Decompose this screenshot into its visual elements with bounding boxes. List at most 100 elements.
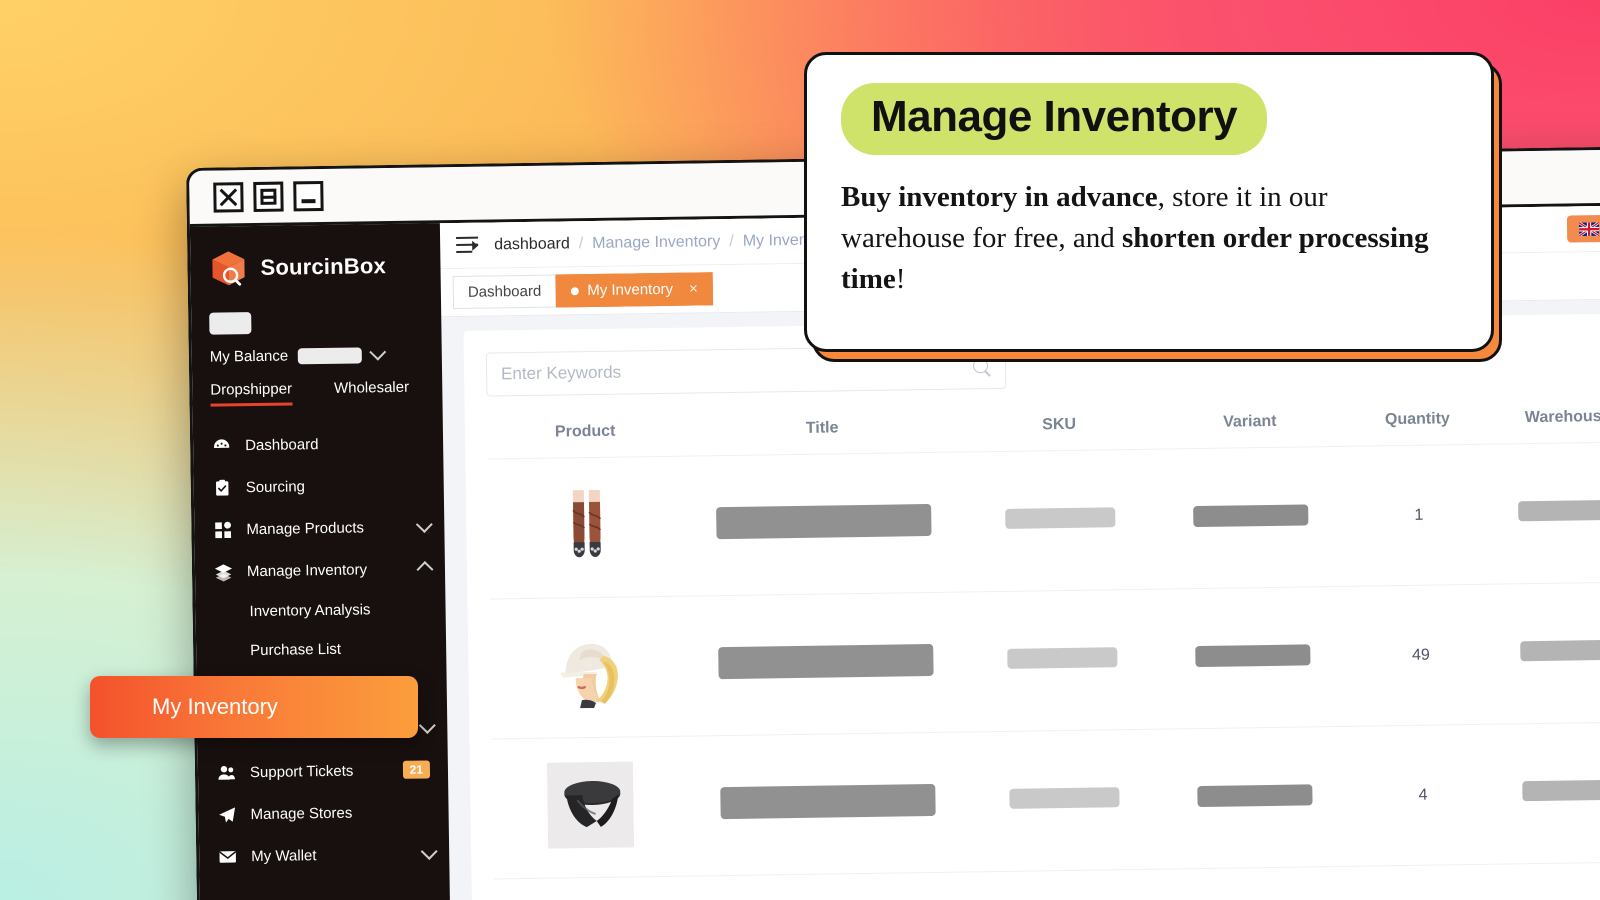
close-icon[interactable] — [213, 181, 244, 213]
column-header-warehouse: Warehouse — [1492, 397, 1600, 445]
product-cell — [493, 876, 693, 900]
quantity-cell: 49 — [1344, 584, 1498, 727]
inventory-card: Product Title SKU Variant Quantity Wareh… — [463, 313, 1600, 900]
sidebar-item-label: Manage Inventory — [246, 560, 368, 580]
ponytail-cap-model-thumbnail — [545, 621, 633, 709]
grid-apps-icon — [212, 519, 232, 539]
sku-cell — [967, 869, 1167, 900]
variant-cell — [1161, 726, 1349, 870]
warehouse-cell — [1495, 581, 1600, 725]
sidebar-item-manage-stores[interactable]: Manage Stores — [198, 790, 449, 836]
chevron-down-icon[interactable] — [415, 515, 433, 533]
warehouse-cell — [1492, 441, 1600, 585]
sidebar-item-manage-products[interactable]: Manage Products — [194, 505, 445, 551]
sku-cell — [965, 729, 1164, 872]
variant-cell — [1163, 866, 1351, 900]
chevron-down-icon[interactable] — [369, 343, 387, 361]
column-header-title: Title — [683, 407, 962, 457]
product-cell — [487, 456, 686, 600]
sku-redacted — [1005, 507, 1116, 529]
title-cell — [685, 592, 966, 737]
layers-icon — [213, 561, 233, 581]
product-cell — [491, 736, 691, 880]
chevron-down-icon[interactable] — [420, 842, 438, 860]
sidebar-item-manage-inventory[interactable]: Manage Inventory — [195, 547, 446, 593]
sidebar-subitem-purchase-list[interactable]: Purchase List — [196, 628, 447, 671]
role-tabs: Dropshipper Wholesaler — [192, 362, 443, 407]
sidebar-item-my-wallet[interactable]: My Wallet — [199, 832, 450, 878]
close-icon[interactable]: × — [689, 280, 698, 297]
sidebar-subitem-inventory-analysis[interactable]: Inventory Analysis — [195, 589, 446, 632]
column-header-sku: SKU — [960, 404, 1158, 453]
role-tab-wholesaler[interactable]: Wholesaler — [334, 379, 409, 405]
title-redacted — [717, 643, 934, 680]
variant-redacted — [1195, 643, 1311, 667]
sidebar-nav: Dashboard Sourcing Manage Products Manag… — [193, 421, 450, 878]
role-tab-dropshipper[interactable]: Dropshipper — [210, 380, 293, 407]
sidebar-item-dashboard[interactable]: Dashboard — [193, 421, 444, 467]
variant-cell — [1157, 446, 1345, 590]
table-row[interactable]: 1 — [487, 441, 1600, 600]
chevron-up-icon[interactable] — [416, 561, 434, 578]
animal-paw-socks-thumbnail — [542, 481, 631, 569]
sidebar-item-label: Manage Products — [246, 518, 365, 538]
breadcrumb-item-dashboard[interactable]: dashboard — [494, 235, 570, 254]
chevron-down-icon[interactable] — [418, 716, 436, 734]
quantity-cell: 4 — [1346, 724, 1500, 867]
title-redacted — [715, 503, 932, 540]
sidebar: SourcinBox My Balance Dropshipper Wholes… — [189, 223, 453, 900]
sourcinbox-logo-icon — [206, 246, 251, 291]
clipboard-check-icon — [212, 477, 232, 497]
username-redacted — [209, 312, 252, 335]
variant-redacted — [1197, 783, 1314, 807]
black-car-phone-holder-thumbnail — [547, 761, 635, 849]
sku-cell — [961, 449, 1160, 593]
title-cell — [687, 731, 968, 877]
balance-row[interactable]: My Balance — [191, 331, 441, 366]
uk-flag-icon — [1578, 221, 1599, 236]
promo-body-text-2: ! — [895, 263, 906, 296]
sidebar-item-sourcing[interactable]: Sourcing — [193, 463, 444, 509]
warehouse-redacted — [1522, 779, 1600, 802]
sidebar-item-label: Support Tickets — [249, 762, 354, 781]
breadcrumb: dashboard / Manage Inventory / My Invent… — [494, 231, 834, 254]
table-row[interactable]: 49 — [489, 581, 1600, 740]
warehouse-cell — [1497, 721, 1600, 865]
column-header-quantity: Quantity — [1342, 399, 1493, 447]
promo-title: Manage Inventory — [841, 83, 1268, 155]
menu-collapse-icon[interactable] — [456, 236, 479, 254]
tab-label: My Inventory — [587, 280, 674, 300]
table-row[interactable]: 4 — [491, 721, 1600, 880]
breadcrumb-separator: / — [729, 232, 734, 250]
my-inventory-callout: My Inventory — [90, 676, 418, 738]
variant-redacted — [1193, 503, 1309, 527]
breadcrumb-item-manage-inventory[interactable]: Manage Inventory — [592, 233, 720, 253]
brand-name: SourcinBox — [260, 253, 387, 280]
sidebar-item-label: Manage Stores — [250, 804, 353, 823]
sku-redacted — [1009, 787, 1120, 809]
promo-card: Manage Inventory Buy inventory in advanc… — [804, 52, 1494, 352]
restore-icon[interactable] — [253, 181, 284, 212]
column-header-variant: Variant — [1157, 401, 1343, 450]
sku-cell — [963, 589, 1162, 732]
variant-cell — [1159, 586, 1347, 730]
tab-my-inventory[interactable]: My Inventory × — [556, 272, 714, 308]
product-cell — [489, 596, 688, 740]
warehouse-redacted — [1517, 499, 1600, 522]
promo-body-bold-1: Buy inventory in advance — [841, 181, 1158, 213]
title-redacted — [719, 783, 936, 820]
language-selector[interactable]: English — [1566, 214, 1600, 243]
minimize-icon[interactable] — [293, 180, 324, 211]
sidebar-item-support-tickets[interactable]: Support Tickets 21 — [198, 748, 449, 794]
balance-value-redacted — [298, 346, 363, 364]
breadcrumb-separator: / — [578, 234, 584, 252]
warehouse-redacted — [1520, 639, 1600, 662]
brand[interactable]: SourcinBox — [190, 237, 441, 291]
users-icon — [216, 762, 236, 782]
tab-dashboard[interactable]: Dashboard — [452, 274, 557, 310]
my-inventory-callout-label: My Inventory — [152, 694, 278, 719]
title-cell — [690, 871, 970, 900]
quantity-cell: 1 — [1342, 444, 1496, 587]
sidebar-item-label: My Wallet — [251, 846, 317, 865]
column-header-product: Product — [486, 411, 684, 460]
